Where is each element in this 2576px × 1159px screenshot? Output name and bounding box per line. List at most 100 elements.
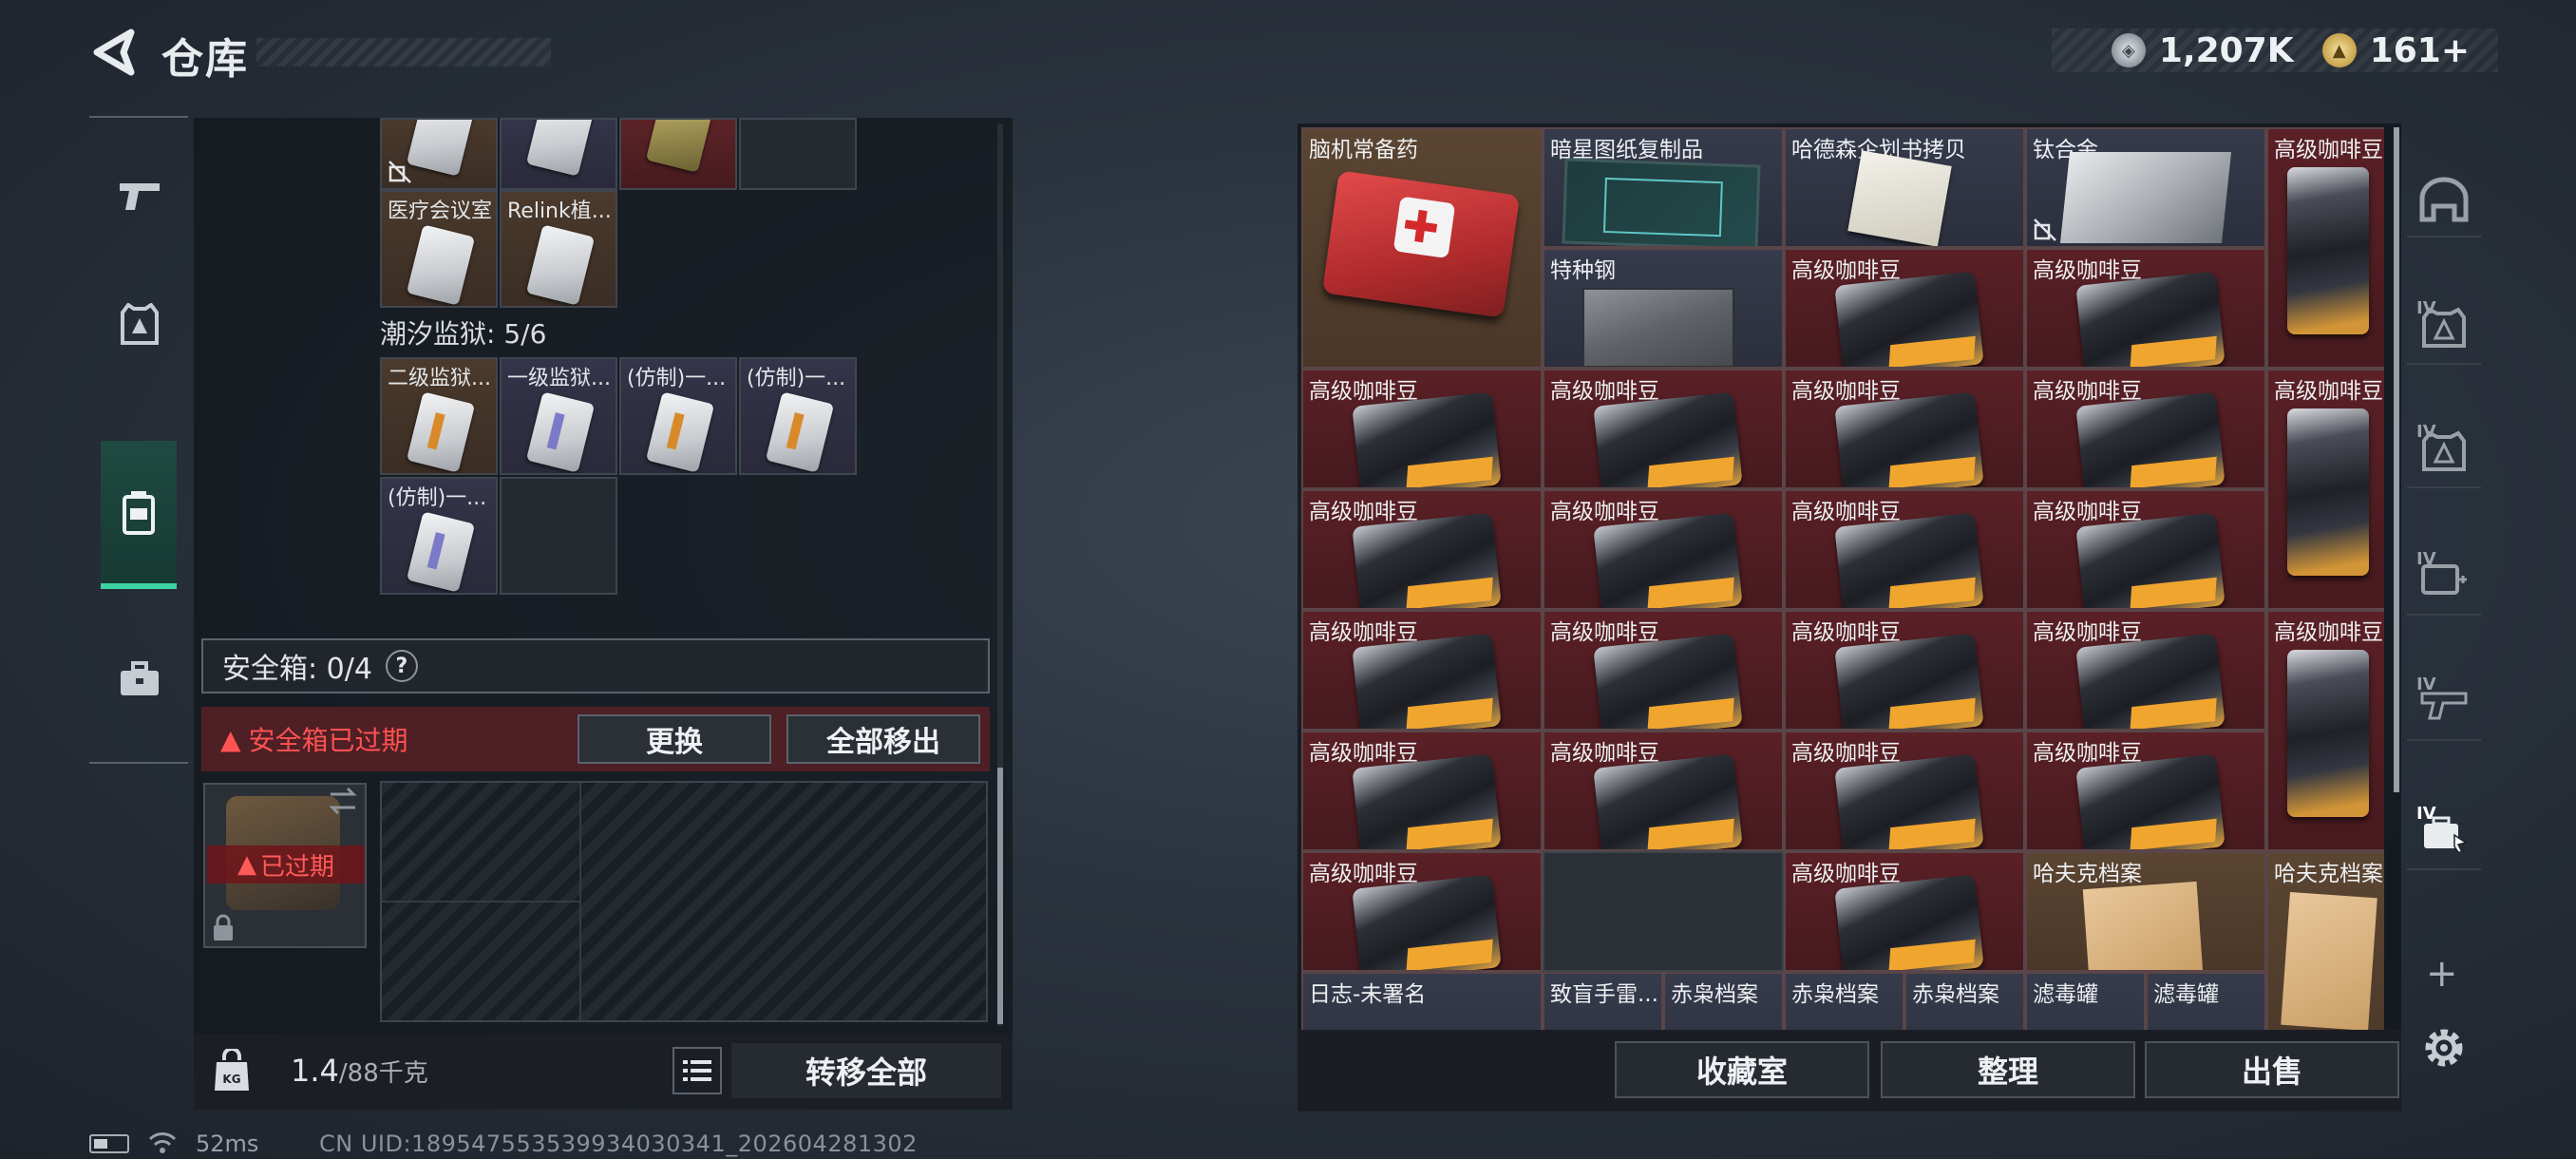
stash-item-coffee[interactable]: 高级咖啡豆	[2025, 489, 2266, 610]
coffee-bag-image	[2287, 650, 2369, 817]
transfer-all-button[interactable]: 转移全部	[731, 1043, 1001, 1098]
stash-item-coffee[interactable]: 高级咖啡豆	[1543, 731, 1784, 851]
stash-item-archive[interactable]: 哈夫克档案	[2025, 851, 2266, 972]
stash-tab-armor-1[interactable]: IV	[2407, 291, 2481, 365]
stash-item-coffee[interactable]: 高级咖啡豆	[1301, 369, 1543, 489]
stash-item-owl-archive[interactable]: 赤枭档案	[1663, 972, 1784, 1032]
inventory-item[interactable]	[380, 118, 498, 190]
stash-item-coffee[interactable]: 高级咖啡豆	[1301, 610, 1543, 731]
stash-item-coffee-bag[interactable]: 高级咖啡豆	[2266, 127, 2384, 369]
list-icon	[683, 1060, 711, 1081]
remove-all-button[interactable]: 全部移出	[786, 714, 980, 764]
inventory-item[interactable]: (仿制)一...	[380, 477, 498, 595]
stash-item-coffee[interactable]: 高级咖啡豆	[1301, 489, 1543, 610]
stash-item-coffee[interactable]: 高级咖啡豆	[1543, 610, 1784, 731]
inventory-item[interactable]: 医疗会议室	[380, 190, 498, 308]
stash-tab-helmet[interactable]	[2407, 163, 2481, 238]
inventory-item[interactable]	[619, 118, 737, 190]
stash-item-filter[interactable]: 滤毒罐	[2146, 972, 2266, 1032]
stash-item-coffee[interactable]: 高级咖啡豆	[1301, 731, 1543, 851]
stash-item-coffee[interactable]: 高级咖啡豆	[1784, 489, 2025, 610]
silver-currency-value: 1,207K	[2158, 30, 2294, 70]
item-label: 高级咖啡豆	[1791, 862, 1901, 886]
item-label: 高级咖啡豆	[2274, 620, 2383, 645]
stash-item-coffee[interactable]: 高级咖啡豆	[1784, 731, 2025, 851]
sort-button[interactable]: 整理	[1881, 1041, 2135, 1098]
stash-item-titanium[interactable]: 钛合金	[2025, 127, 2266, 248]
inventory-scroll-thumb[interactable]	[997, 768, 1003, 1024]
inventory-item[interactable]: Relink植...	[500, 190, 617, 308]
stash-item-archive[interactable]: 哈夫克档案	[2266, 851, 2384, 1032]
tier-tag: IV	[2416, 298, 2436, 318]
item-label: 高级咖啡豆	[1791, 500, 1901, 524]
stash-item-owl-archive[interactable]: 赤枭档案	[1904, 972, 2025, 1032]
gear-icon[interactable]	[2420, 1024, 2468, 1072]
inventory-item[interactable]: 二级监狱...	[380, 357, 498, 475]
safe-box-grid[interactable]	[380, 781, 988, 1022]
stash-item-diary[interactable]: 日志-未署名	[1301, 972, 1543, 1032]
gold-coin-icon: ▲	[2321, 33, 2357, 67]
tier-tag: IV	[2416, 674, 2436, 694]
empty-slot[interactable]	[739, 118, 857, 190]
stash-item-coffee-bag[interactable]: 高级咖啡豆	[2266, 369, 2384, 610]
back-arrow-icon[interactable]	[87, 27, 137, 78]
stash-item-coffee[interactable]: 高级咖啡豆	[1784, 851, 2025, 972]
stash-item-coffee[interactable]: 高级咖啡豆	[2025, 610, 2266, 731]
stash-item-coffee[interactable]: 高级咖啡豆	[2025, 369, 2266, 489]
inventory-item[interactable]: (仿制)一...	[619, 357, 737, 475]
stash-item-coffee[interactable]: 高级咖啡豆	[1784, 369, 2025, 489]
stash-item-coffee[interactable]: 高级咖啡豆	[1784, 610, 2025, 731]
item-label: 高级咖啡豆	[1550, 500, 1659, 524]
replace-button[interactable]: 更换	[578, 714, 771, 764]
inventory-item[interactable]	[500, 118, 617, 190]
stash-item-owl-archive[interactable]: 赤枭档案	[1784, 972, 1904, 1032]
medkit-image	[1321, 170, 1521, 318]
stash-tab-case[interactable]: IV	[2407, 796, 2481, 870]
list-view-button[interactable]	[672, 1047, 722, 1094]
stash-item-blueprint[interactable]: 暗星图纸复制品	[1543, 127, 1784, 248]
stash-item-coffee[interactable]: 高级咖啡豆	[1301, 851, 1543, 972]
stash-item-steel[interactable]: 特种钢	[1543, 248, 1784, 369]
item-label: 高级咖啡豆	[2033, 258, 2142, 283]
item-label: 高级咖啡豆	[1309, 862, 1418, 886]
item-label: 赤枭档案	[1912, 982, 1999, 1007]
stash-item-coffee[interactable]: 高级咖啡豆	[2025, 248, 2266, 369]
archive-image	[2082, 881, 2204, 970]
weight-icon: KG	[215, 1049, 249, 1091]
ping-readout: 52ms	[196, 1130, 259, 1157]
coffee-pack-image	[2075, 633, 2226, 729]
nav-weapons[interactable]	[103, 158, 177, 232]
collection-button[interactable]: 收藏室	[1615, 1041, 1869, 1098]
stash-item-coffee[interactable]: 高级咖啡豆	[1784, 248, 2025, 369]
weight-max: /88千克	[338, 1059, 428, 1088]
stash-item-medkit[interactable]: 脑机常备药	[1301, 127, 1543, 369]
inventory-item[interactable]: 一级监狱...	[500, 357, 617, 475]
stash-tab-medical[interactable]: IV	[2407, 542, 2481, 616]
nav-backpack[interactable]	[101, 441, 177, 589]
backpack-icon	[123, 491, 155, 535]
empty-slot[interactable]	[1543, 851, 1784, 972]
inventory-item[interactable]: (仿制)一...	[739, 357, 857, 475]
stash-item-grenade[interactable]: 致盲手雷...	[1543, 972, 1663, 1032]
stash-tab-weapon[interactable]: IV	[2407, 667, 2481, 741]
nav-tools[interactable]	[103, 642, 177, 716]
stash-item-coffee[interactable]: 高级咖啡豆	[1543, 489, 1784, 610]
swap-icon[interactable]	[327, 785, 359, 817]
stash-item-coffee[interactable]: 高级咖啡豆	[1543, 369, 1784, 489]
stash-item-filter[interactable]: 滤毒罐	[2025, 972, 2146, 1032]
item-label: 高级咖啡豆	[2274, 379, 2383, 404]
stash-scrollbar[interactable]	[2394, 127, 2399, 792]
stash-item-coffee-bag[interactable]: 高级咖啡豆	[2266, 610, 2384, 851]
safe-box-expired-bar: ▲ 安全箱已过期 更换 全部移出	[201, 707, 990, 771]
help-icon[interactable]: ?	[385, 650, 418, 682]
empty-slot[interactable]	[500, 477, 617, 595]
stash-tab-armor-2[interactable]: IV	[2407, 414, 2481, 488]
battery-icon	[89, 1134, 129, 1153]
left-category-nav	[89, 116, 188, 764]
sell-button[interactable]: 出售	[2145, 1041, 2399, 1098]
item-label: 高级咖啡豆	[1309, 500, 1418, 524]
stash-item-document[interactable]: 哈德森企划书拷贝	[1784, 127, 2025, 248]
nav-armor[interactable]	[103, 287, 177, 361]
stash-item-coffee[interactable]: 高级咖啡豆	[2025, 731, 2266, 851]
add-tab-icon[interactable]: +	[2426, 952, 2458, 996]
